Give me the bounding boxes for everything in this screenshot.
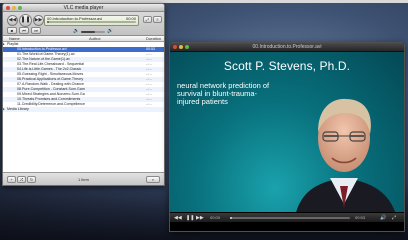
now-playing-display: 00.Introduction.to.Professor.avi 00:00 [44,15,139,26]
window-controls [6,6,22,10]
video-forward-icon[interactable]: ▶▶ [196,215,204,221]
video-seek-bar[interactable] [230,217,350,219]
playlist-titlebar[interactable]: VLC media player [3,4,164,12]
slide-title: Scott P. Stevens, Ph.D. [223,59,351,73]
equalizer-icon: ≡ [156,17,159,22]
video-pause-icon[interactable]: ❚❚ [186,215,194,221]
video-zoom-button[interactable] [185,45,189,49]
close-button[interactable] [6,6,10,10]
video-window-title: 00.Introduction.to.Professor.avi [252,44,322,50]
next-button[interactable]: ⏭ [31,27,41,34]
next-icon: ⏭ [34,28,38,33]
shuffle-icon: ⤮ [19,177,24,182]
presenter-portrait [294,98,398,222]
video-rewind-icon[interactable]: ◀◀ [174,215,182,221]
fullscreen-icon: ⤢ [145,17,150,22]
seek-bar-fill [47,21,49,23]
video-close-button[interactable] [173,45,177,49]
item-count: 1 item [78,177,89,182]
search-icon: ⌕ [151,177,155,182]
rewind-button[interactable]: ◀◀ [7,15,18,26]
equalizer-button[interactable]: ≡ [153,16,162,23]
add-item-button[interactable]: + [7,176,16,183]
volume-high-icon: 🔊 [107,28,114,34]
playlist-group-row[interactable]: ▸ Media Library [3,107,164,112]
playlist-footer: + ⤮ ↻ 1 item ⌕ [3,172,164,185]
shuffle-button[interactable]: ⤮ [17,176,26,183]
play-pause-button[interactable]: ❚❚ [19,14,32,27]
video-window-controls [173,45,189,49]
video-controls: ◀◀ ❚❚ ▶▶ 00:00 00:53 🔊 ⤢ [170,212,404,222]
previous-icon: ⏮ [22,28,26,33]
video-titlebar[interactable]: 00.Introduction.to.Professor.avi [170,43,404,52]
playlist-window: VLC media player ◀◀ ❚❚ ▶▶ 00.Introductio… [2,3,165,186]
fast-forward-button[interactable]: ▶▶ [33,15,44,26]
seek-bar[interactable] [47,21,136,23]
zoom-button[interactable] [18,6,22,10]
rewind-icon: ◀◀ [8,17,17,23]
pause-icon: ❚❚ [20,17,31,23]
playback-controls: ◀◀ ❚❚ ▶▶ 00.Introduction.to.Professor.av… [3,12,164,36]
volume-level [81,31,96,33]
minimize-button[interactable] [12,6,16,10]
repeat-icon: ↻ [29,177,34,182]
row-title: Media Library [7,107,29,111]
video-fullscreen-icon[interactable]: ⤢ [392,215,396,221]
disclosure-triangle-icon[interactable]: ▸ [3,107,5,111]
volume-slider[interactable] [81,31,105,33]
search-button[interactable]: ⌕ [146,176,160,183]
video-remaining-time: 00:53 [355,215,366,220]
fast-forward-icon: ▶▶ [34,17,43,23]
stop-icon: ■ [10,28,14,33]
window-title: VLC media player [63,5,104,11]
video-seek-fill [230,217,233,219]
stop-button[interactable]: ■ [7,27,17,34]
volume-low-icon: 🔈 [73,28,80,34]
video-screen[interactable]: Scott P. Stevens, Ph.D. neural network p… [170,52,404,222]
add-icon: + [10,177,13,182]
repeat-button[interactable]: ↻ [27,176,36,183]
video-window: 00.Introduction.to.Professor.avi Scott P… [169,42,405,232]
slide-subtitle: neural network prediction of survival in… [177,81,270,106]
disclosure-triangle-icon[interactable]: ▸ [3,42,5,46]
video-minimize-button[interactable] [179,45,183,49]
playlist-table: ▸ Playlist 00.Introduction.to.Professor.a… [3,42,164,174]
video-elapsed-time: 00:00 [210,215,221,220]
previous-button[interactable]: ⏮ [19,27,29,34]
video-volume-icon[interactable]: 🔊 [380,215,386,221]
fullscreen-button[interactable]: ⤢ [143,16,152,23]
